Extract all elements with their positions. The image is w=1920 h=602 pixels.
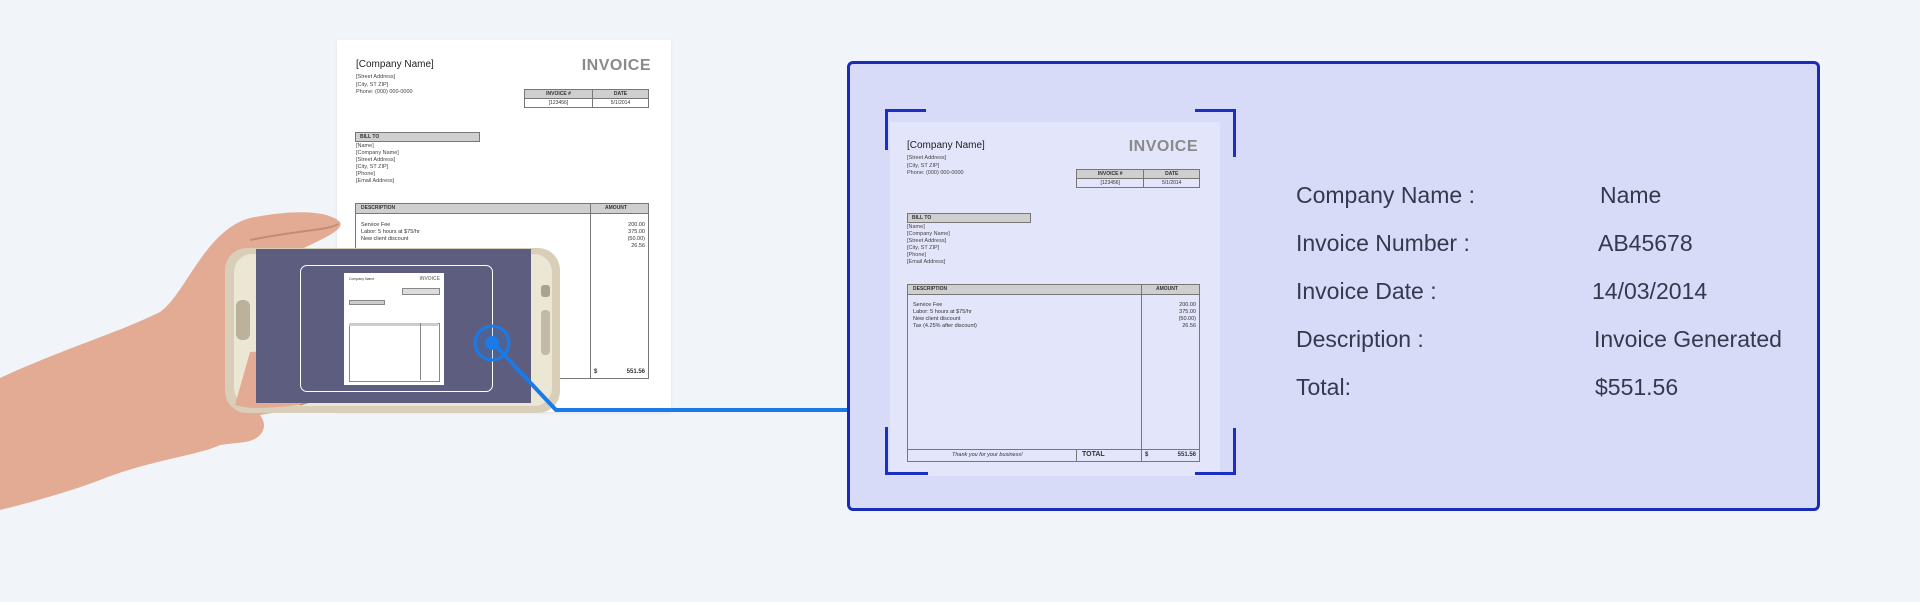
field-label-invoice-number: Invoice Number : bbox=[1296, 230, 1470, 256]
scan-corner-icon bbox=[1195, 428, 1236, 475]
field-label-total: Total: bbox=[1296, 374, 1351, 400]
invoice-items-table: DESCRIPTION AMOUNT Service Fee Labor: 5 … bbox=[907, 284, 1200, 462]
invoice-address: [Street Address] [City, ST ZIP] Phone: (… bbox=[907, 155, 964, 178]
total-row: Thank you for your business! TOTAL $ 551… bbox=[908, 449, 1199, 461]
address-line: Phone: (000) 000-0000 bbox=[907, 170, 964, 176]
scan-corner-icon bbox=[885, 427, 928, 475]
bill-to-line: [City, ST ZIP] bbox=[907, 245, 940, 251]
item-amount: 26.56 bbox=[1182, 323, 1196, 329]
scanned-invoice: [Company Name] INVOICE [Street Address] … bbox=[890, 122, 1220, 476]
bill-to-line: [Email Address] bbox=[907, 259, 946, 265]
items-header: DESCRIPTION AMOUNT bbox=[908, 285, 1199, 295]
field-value-total: $551.56 bbox=[1595, 374, 1679, 400]
description-header: DESCRIPTION bbox=[913, 286, 948, 292]
invoice-number-value: [123456] bbox=[1075, 178, 1145, 188]
field-label-invoice-date: Invoice Date : bbox=[1296, 278, 1437, 304]
scan-corner-icon bbox=[1195, 109, 1236, 157]
total-currency: $ bbox=[1145, 452, 1149, 458]
total-value: 551.56 bbox=[1177, 452, 1196, 458]
amount-header: AMOUNT bbox=[1156, 286, 1178, 292]
bill-to-lines: [Name] [Company Name] [Street Address] [… bbox=[907, 224, 950, 266]
address-line: [City, ST ZIP] bbox=[907, 162, 940, 169]
amount-column-divider bbox=[1141, 285, 1142, 461]
extraction-panel: [Company Name] INVOICE [Street Address] … bbox=[847, 61, 1820, 511]
date-header: DATE bbox=[1143, 169, 1200, 179]
scan-corner-icon bbox=[885, 109, 926, 150]
field-value-company-name: Name bbox=[1600, 182, 1662, 208]
item-desc: Tax (4.25% after discount) bbox=[913, 323, 977, 329]
field-label-description: Description : bbox=[1296, 326, 1424, 352]
field-value-invoice-date: 14/03/2014 bbox=[1592, 278, 1708, 304]
thank-you-note: Thank you for your business! bbox=[952, 452, 1023, 458]
total-divider bbox=[1076, 450, 1077, 461]
scan-target-icon bbox=[473, 324, 511, 362]
invoice-number-header: INVOICE # bbox=[1075, 169, 1145, 179]
bill-to-line: [Street Address] bbox=[907, 238, 947, 244]
bill-to-header: BILL TO bbox=[907, 213, 1031, 223]
bill-to-line: [Company Name] bbox=[907, 231, 950, 237]
bill-to-line: [Phone] bbox=[907, 252, 926, 258]
invoice-number-date-table: INVOICE # DATE [123456] 5/1/2014 bbox=[1075, 169, 1200, 188]
field-value-invoice-number: AB45678 bbox=[1598, 230, 1693, 256]
field-value-description: Invoice Generated bbox=[1594, 326, 1782, 352]
address-line: [Street Address] bbox=[907, 155, 947, 161]
date-value: 5/1/2014 bbox=[1143, 178, 1200, 188]
total-label: TOTAL bbox=[1082, 451, 1105, 458]
field-label-company-name: Company Name : bbox=[1296, 182, 1475, 208]
invoice-title: INVOICE bbox=[1128, 138, 1198, 155]
bill-to-line: [Name] bbox=[907, 224, 925, 230]
